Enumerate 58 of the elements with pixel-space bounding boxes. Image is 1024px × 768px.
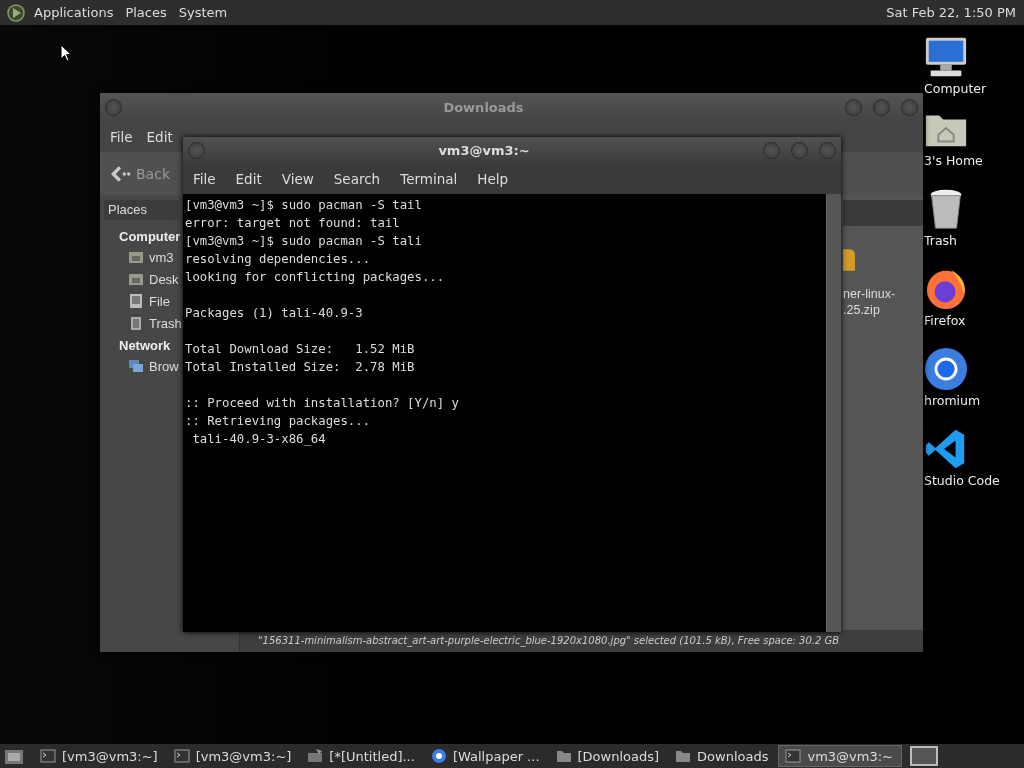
desktop-icon-label[interactable]: 3's Home <box>924 153 1024 169</box>
terminal-output: [vm3@vm3 ~]$ sudo pacman -S tail error: target not found: tail [vm3@vm3 ~]$ sudo pacman -S tali resolving dependencies... looking for conflicting packages... Packages (1) tali-40.9-3 Total Download Size: 1.52 MiB Total Installed Size: 2.78 MiB :: Proceed with installation? [Y/n] y :: Retrieving packages... tali-40.9-3-x86_64 <box>184 197 460 448</box>
pointer-icon <box>60 44 72 62</box>
sidebar-item[interactable]: File <box>128 292 170 310</box>
folder-icon <box>128 249 144 265</box>
terminal-icon <box>40 748 56 764</box>
desktop-icon-label[interactable]: Computer <box>924 81 1024 97</box>
panel-menu[interactable]: Places <box>125 5 167 20</box>
menu-item[interactable]: View <box>281 171 314 187</box>
drive-icon <box>128 293 144 309</box>
chromium-icon[interactable] <box>923 347 969 391</box>
trash-icon <box>128 315 144 331</box>
menu-item[interactable]: Search <box>333 171 381 187</box>
window-title: vm3@vm3:~ <box>438 143 530 158</box>
workspace-switcher[interactable] <box>910 746 938 766</box>
scrollbar[interactable] <box>826 194 841 632</box>
desktop-icon-label[interactable]: Studio Code <box>924 473 1024 489</box>
taskbar-button[interactable]: [Downloads] <box>549 746 668 766</box>
desktop-icon-label[interactable]: Firefox <box>924 313 1024 329</box>
show-desktop-icon[interactable] <box>4 747 24 765</box>
desktop-icon-label[interactable]: hromium <box>924 393 1024 409</box>
sidebar-item[interactable]: Desk <box>128 270 179 288</box>
taskbar-button[interactable]: Downloads <box>669 746 777 766</box>
sidebar-section-title: Computer <box>119 229 181 244</box>
taskbar-button[interactable]: [*[Untitled]... <box>301 746 423 766</box>
computer-icon[interactable] <box>923 35 969 79</box>
menu-item[interactable]: Terminal <box>400 171 458 187</box>
network-icon <box>128 358 144 374</box>
clock[interactable]: Sat Feb 22, 1:50 PM <box>886 5 1016 20</box>
terminal-icon <box>173 748 190 764</box>
panel-menu[interactable]: System <box>178 5 228 20</box>
desktop-icon-label[interactable]: Trash <box>924 233 1024 249</box>
folder-icon <box>128 271 144 287</box>
menu-logo-icon[interactable] <box>6 2 26 23</box>
menu-item[interactable]: File <box>110 129 133 145</box>
sidebar-item[interactable]: Brow <box>128 357 179 375</box>
menu-item[interactable]: Edit <box>146 129 173 145</box>
taskbar-button[interactable]: [vm3@vm3:~] <box>167 746 300 766</box>
panel-menu[interactable]: Applications <box>34 5 114 20</box>
status-bar: "156311-minimalism-abstract_art-art-purple-electric_blue-1920x1080.jpg" selected (101.5 kB), Free space: 30.2 GB <box>240 630 923 652</box>
sidebar-item[interactable]: Trash <box>128 314 182 332</box>
taskbar-button[interactable]: [vm3@vm3:~] <box>34 746 166 766</box>
window-title: Downloads <box>443 100 524 115</box>
back-arrow-icon <box>110 164 132 183</box>
taskbar-button[interactable]: [Wallpaper ... <box>424 746 548 766</box>
sidebar-section-title: Network <box>119 338 171 353</box>
menu-item[interactable]: Help <box>477 171 509 187</box>
menu-item[interactable]: File <box>193 171 216 187</box>
taskbar-button[interactable]: vm3@vm3:~ <box>778 745 902 767</box>
folder-icon <box>675 748 692 764</box>
sidebar-header[interactable]: Places <box>104 200 179 220</box>
file-name[interactable]: ner-linux- .25.zip <box>843 286 896 318</box>
sidebar-item[interactable]: vm3 <box>128 248 174 266</box>
chromium-icon <box>430 748 447 764</box>
document-icon <box>307 748 324 764</box>
menu-item[interactable]: Edit <box>235 171 262 187</box>
terminal-icon <box>785 748 802 764</box>
folder-icon <box>555 748 572 764</box>
